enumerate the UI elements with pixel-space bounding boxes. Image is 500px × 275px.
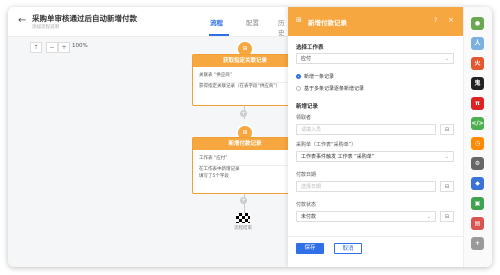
circle-icon[interactable]: ● — [471, 17, 484, 30]
add-description-link[interactable]: 添加流程说明 — [32, 24, 59, 30]
field-picker-button[interactable]: ⊟ — [440, 211, 454, 222]
select-sheet-label: 选择工作表 — [296, 45, 324, 51]
chevron-down-icon: ⌄ — [426, 214, 431, 220]
radio-unchecked-icon — [296, 86, 301, 91]
status-label: 付款状态 — [296, 202, 317, 208]
radio-multiple-records[interactable]: 基于多条记录逐条新增记录 — [296, 85, 364, 92]
tab-flow[interactable]: 流程 — [210, 17, 223, 27]
node-detail: 填写了5个字段 — [199, 174, 229, 179]
payee-placeholder: 请填入员 — [301, 127, 322, 133]
cube-icon[interactable]: ◆ — [471, 177, 484, 190]
fire-icon[interactable]: 火 — [471, 57, 484, 70]
zoom-out-button[interactable]: − — [46, 42, 58, 53]
chevron-down-icon: ⌄ — [444, 154, 449, 160]
status-value: 未付款 — [301, 214, 317, 220]
panel-title: 新增付款记录 — [308, 19, 347, 27]
node-config-panel: ⊞ 新增付款记录 ? × 选择工作表 应付 ⌄ 新增一条记录 基于多条记录逐条新… — [288, 7, 463, 267]
brand-icon[interactable]: 鬼 — [471, 77, 484, 90]
node-title: 获取指定关联记录 — [193, 55, 297, 67]
node-detail: 获得指定关联记录（在表字段“供应商”） — [199, 84, 281, 89]
purchase-label: 采购单（工作表“采购单”） — [296, 142, 357, 148]
status-select[interactable]: 未付款 ⌄ — [296, 211, 436, 222]
node-detail: 关联表 “供应商” — [199, 69, 291, 83]
zoom-in-button[interactable]: + — [58, 42, 70, 53]
zoom-level: 100% — [72, 43, 88, 49]
avatar-icon[interactable]: 人 — [471, 37, 484, 50]
plus-icon[interactable]: + — [471, 237, 484, 250]
payee-field[interactable]: 请填入员 — [296, 124, 436, 135]
node-title: 新增付款记录 — [193, 138, 297, 150]
sheet-select-value: 应付 — [301, 56, 312, 62]
new-record-label: 新增记录 — [296, 104, 319, 110]
node-detail: 在工作表中新增记录 — [199, 167, 240, 172]
clock-icon[interactable]: ◷ — [471, 137, 484, 150]
back-icon[interactable]: ← — [18, 15, 26, 26]
date-label: 付款日期 — [296, 172, 317, 178]
node-get-related-record[interactable]: 获取指定关联记录 关联表 “供应商” 获得指定关联记录（在表字段“供应商”） — [192, 54, 298, 106]
radio-single-record[interactable]: 新增一条记录 — [296, 73, 334, 80]
panel-header: ⊞ 新增付款记录 ? × — [288, 7, 463, 36]
radio-label: 基于多条记录逐条新增记录 — [304, 86, 365, 92]
app-window: ← 采购单审核通过后自动新增付款 添加流程说明 流程 配置 历史 ⇡ − + 1… — [8, 7, 492, 267]
page-title: 采购单审核通过后自动新增付款 — [32, 14, 137, 23]
gear-icon[interactable]: ⚙ — [471, 157, 484, 170]
date-field[interactable]: 选择日期 — [296, 181, 436, 192]
tab-config[interactable]: 配置 — [246, 17, 259, 27]
payee-label: 领取者 — [296, 115, 312, 121]
pi-icon[interactable]: π — [471, 97, 484, 110]
active-tab-indicator — [209, 34, 229, 36]
purchase-field[interactable]: 工作表事件触发 工作表 “采购单” ⌄ — [296, 151, 454, 162]
flow-end-label: 流程结束 — [234, 226, 252, 231]
app-sidebar: ● 人火鬼 π </> ◷ ⚙ ◆ ▣ ▤ + — [463, 7, 492, 267]
finish-flag-icon — [236, 213, 250, 223]
purchase-value: 工作表事件触发 工作表 “采购单” — [301, 154, 375, 160]
book-icon[interactable]: ▤ — [471, 217, 484, 230]
radio-label: 新增一条记录 — [304, 74, 335, 80]
chevron-down-icon: ⌄ — [444, 56, 449, 62]
date-placeholder: 选择日期 — [301, 184, 322, 190]
field-picker-button[interactable]: ⊟ — [440, 181, 454, 192]
sheet-select[interactable]: 应付 ⌄ — [296, 53, 454, 64]
node-add-payment-record[interactable]: 新增付款记录 工作表 “应付” 在工作表中新增记录 填写了5个字段 — [192, 137, 298, 194]
divider — [288, 236, 463, 237]
workflow-header: ← 采购单审核通过后自动新增付款 添加流程说明 流程 配置 历史 — [8, 7, 288, 37]
fit-view-button[interactable]: ⇡ — [30, 42, 42, 53]
code-icon[interactable]: </> — [471, 117, 484, 130]
close-icon[interactable]: × — [448, 16, 454, 24]
radio-checked-icon — [296, 74, 301, 79]
node-detail: 工作表 “应付” — [199, 152, 291, 166]
box-icon[interactable]: ▣ — [471, 197, 484, 210]
cancel-button[interactable]: 取消 — [334, 243, 362, 254]
help-icon[interactable]: ? — [434, 17, 437, 24]
add-step-button[interactable]: + — [240, 110, 247, 117]
add-step-button[interactable]: + — [240, 197, 247, 204]
add-record-icon: ⊞ — [296, 16, 302, 24]
tab-history[interactable]: 历史 — [278, 17, 288, 37]
save-button[interactable]: 保存 — [296, 243, 324, 254]
field-picker-button[interactable]: ⊟ — [440, 124, 454, 135]
